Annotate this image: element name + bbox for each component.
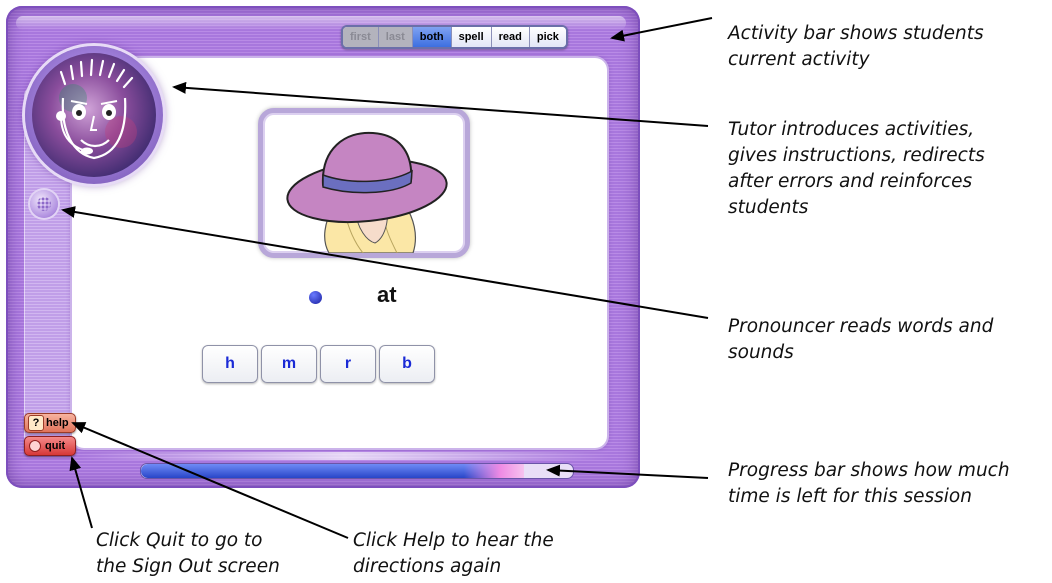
arrow-pronouncer xyxy=(61,206,709,319)
arrow-help xyxy=(71,422,349,539)
callout-pronouncer: Pronouncer reads words and sounds xyxy=(728,316,994,363)
arrow-tutor xyxy=(172,81,709,127)
arrow-progress xyxy=(546,464,709,479)
callout-activity-bar: Activity bar shows students current acti… xyxy=(728,23,984,70)
callout-quit: Click Quit to go to the Sign Out screen xyxy=(96,530,280,577)
callout-tutor: Tutor introduces activities, gives instr… xyxy=(728,119,985,218)
callout-progress: Progress bar shows how much time is left… xyxy=(728,460,1010,507)
callout-help: Click Help to hear the directions again xyxy=(353,530,554,577)
arrow-quit xyxy=(69,456,93,529)
arrow-activity-bar xyxy=(610,17,713,42)
